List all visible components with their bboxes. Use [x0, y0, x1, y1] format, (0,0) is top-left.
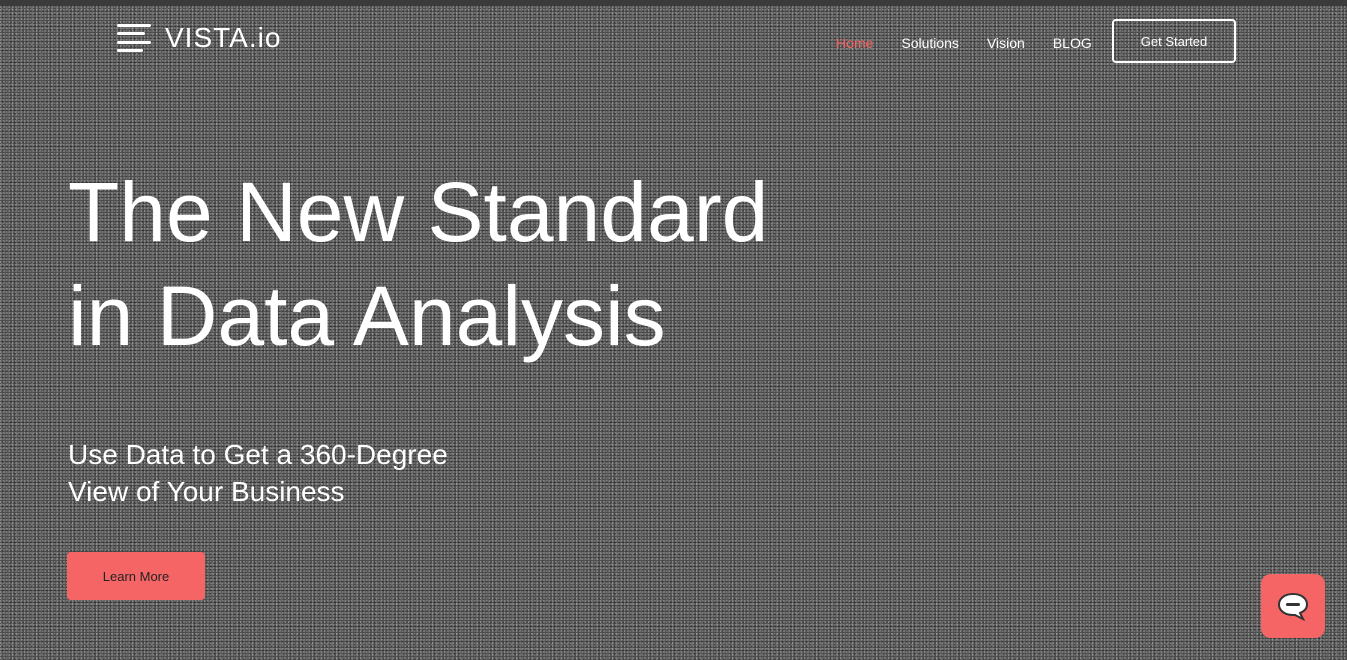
chat-bubble-icon — [1277, 592, 1309, 621]
logo[interactable]: VISTA.io — [117, 22, 281, 54]
hero-subtitle-line-1: Use Data to Get a 360-Degree — [68, 439, 448, 470]
nav-item-home[interactable]: Home — [836, 35, 873, 51]
nav-item-solutions[interactable]: Solutions — [901, 35, 959, 51]
site-header: VISTA.io Home Solutions Vision BLOG Get … — [0, 0, 1347, 90]
hero-subtitle: Use Data to Get a 360-Degree View of You… — [68, 436, 668, 510]
nav-item-blog[interactable]: BLOG — [1053, 35, 1092, 51]
get-started-button[interactable]: Get Started — [1112, 19, 1236, 63]
hero-title-line-2: in Data Analysis — [68, 269, 666, 363]
hero-title-line-1: The New Standard — [68, 165, 769, 259]
chat-button[interactable] — [1261, 574, 1325, 638]
main-nav: Home Solutions Vision BLOG — [836, 35, 1120, 51]
hero-title: The New Standard in Data Analysis — [68, 160, 968, 368]
brand-name: VISTA.io — [165, 22, 282, 53]
hero-subtitle-line-2: View of Your Business — [68, 476, 345, 507]
learn-more-button[interactable]: Learn More — [67, 552, 205, 600]
nav-item-vision[interactable]: Vision — [987, 35, 1025, 51]
menu-bars-icon — [117, 24, 151, 52]
page: { "brand": { "name": "VISTA.io", "icon":… — [0, 0, 1347, 660]
